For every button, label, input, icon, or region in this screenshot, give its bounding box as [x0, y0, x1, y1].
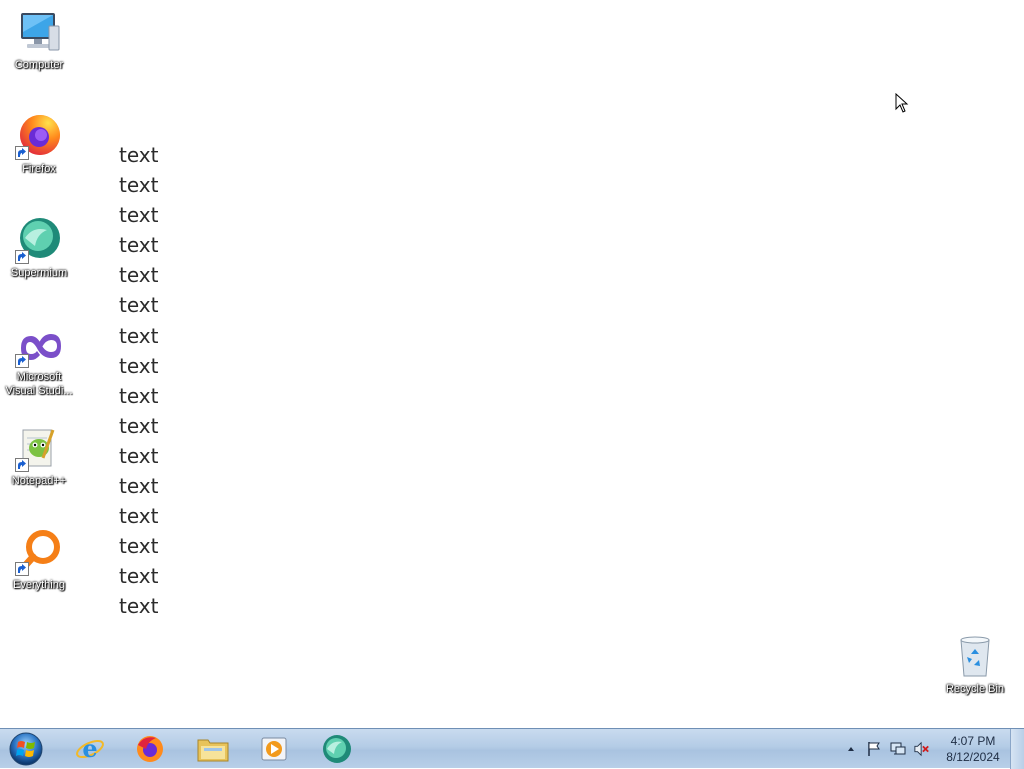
desktop-icon-supermium[interactable]: Supermium	[1, 216, 77, 280]
recycle-bin-icon	[951, 632, 999, 680]
shortcut-arrow-icon	[15, 458, 29, 472]
internet-explorer-icon: e	[76, 734, 104, 763]
text-row: text	[119, 504, 159, 529]
text-row: text	[119, 263, 159, 288]
windows-logo-icon	[9, 732, 43, 766]
network-icon[interactable]	[890, 741, 906, 757]
desktop-icon-label: Microsoft Visual Studi...	[5, 371, 73, 397]
text-row: text	[119, 143, 159, 167]
clock-date: 8/12/2024	[946, 750, 1000, 764]
svg-text:e: e	[82, 734, 97, 763]
taskbar-firefox[interactable]	[124, 731, 176, 767]
action-center-flag-icon[interactable]	[866, 741, 882, 757]
desktop-icon-label: Computer	[14, 59, 64, 71]
visual-studio-icon	[15, 320, 63, 368]
text-row: text	[119, 474, 159, 499]
desktop-icon-label: Supermium	[10, 267, 68, 279]
mouse-cursor-icon	[895, 92, 909, 118]
desktop-icon-label: Notepad++	[11, 475, 67, 487]
clock-time: 4:07 PM	[950, 734, 996, 748]
desktop-icon-visual-studio[interactable]: Microsoft Visual Studi...	[1, 320, 77, 398]
taskbar: e 4:07 PM 8/12/2024	[0, 728, 1024, 769]
everything-search-icon	[15, 528, 63, 576]
volume-muted-icon[interactable]	[914, 741, 930, 757]
shortcut-arrow-icon	[15, 146, 29, 160]
firefox-icon	[15, 112, 63, 160]
text-row: text	[119, 564, 159, 589]
folder-icon	[197, 739, 229, 762]
shortcut-arrow-icon	[15, 562, 29, 576]
show-desktop-button[interactable]	[1010, 729, 1024, 769]
taskbar-supermium[interactable]	[311, 731, 363, 767]
desktop-icon-notepad-plus-plus[interactable]: Notepad++	[1, 424, 77, 488]
desktop-icon-label: Everything	[13, 579, 65, 591]
computer-icon	[15, 8, 63, 56]
text-row: text	[119, 203, 159, 228]
desktop-icon-label: Recycle Bin	[945, 683, 1005, 695]
desktop-icon-firefox[interactable]: Firefox	[1, 112, 77, 176]
clock[interactable]: 4:07 PM 8/12/2024	[936, 733, 1010, 765]
supermium-icon	[15, 216, 63, 264]
taskbar-media-player[interactable]	[248, 731, 300, 767]
start-button[interactable]	[4, 730, 48, 768]
text-row: text	[119, 353, 159, 378]
notepad-plus-plus-icon	[15, 424, 63, 472]
text-row: text	[119, 594, 159, 619]
desktop-icon-recycle-bin[interactable]: Recycle Bin	[937, 632, 1013, 696]
desktop-icon-computer[interactable]: Computer	[1, 8, 77, 72]
text-column: text text text text text text text text …	[119, 140, 158, 622]
text-row: text	[119, 413, 159, 438]
text-row: text	[119, 443, 159, 468]
taskbar-internet-explorer[interactable]: e	[64, 731, 116, 767]
text-row: text	[119, 323, 159, 348]
desktop-icon-label: Firefox	[22, 163, 56, 175]
taskbar-file-explorer[interactable]	[187, 731, 239, 767]
text-row: text	[119, 534, 159, 559]
text-row: text	[119, 293, 159, 318]
text-row: text	[119, 233, 159, 258]
show-hidden-icons-chevron-icon[interactable]	[843, 741, 859, 757]
text-row: text	[119, 383, 159, 408]
media-player-icon	[261, 737, 287, 761]
desktop[interactable]: Computer Firefox Supermium Microsoft Vis…	[0, 0, 1024, 728]
supermium-icon	[323, 735, 351, 763]
shortcut-arrow-icon	[15, 354, 29, 368]
text-row: text	[119, 173, 159, 198]
desktop-icon-everything[interactable]: Everything	[1, 528, 77, 592]
shortcut-arrow-icon	[15, 250, 29, 264]
firefox-icon	[137, 736, 163, 762]
